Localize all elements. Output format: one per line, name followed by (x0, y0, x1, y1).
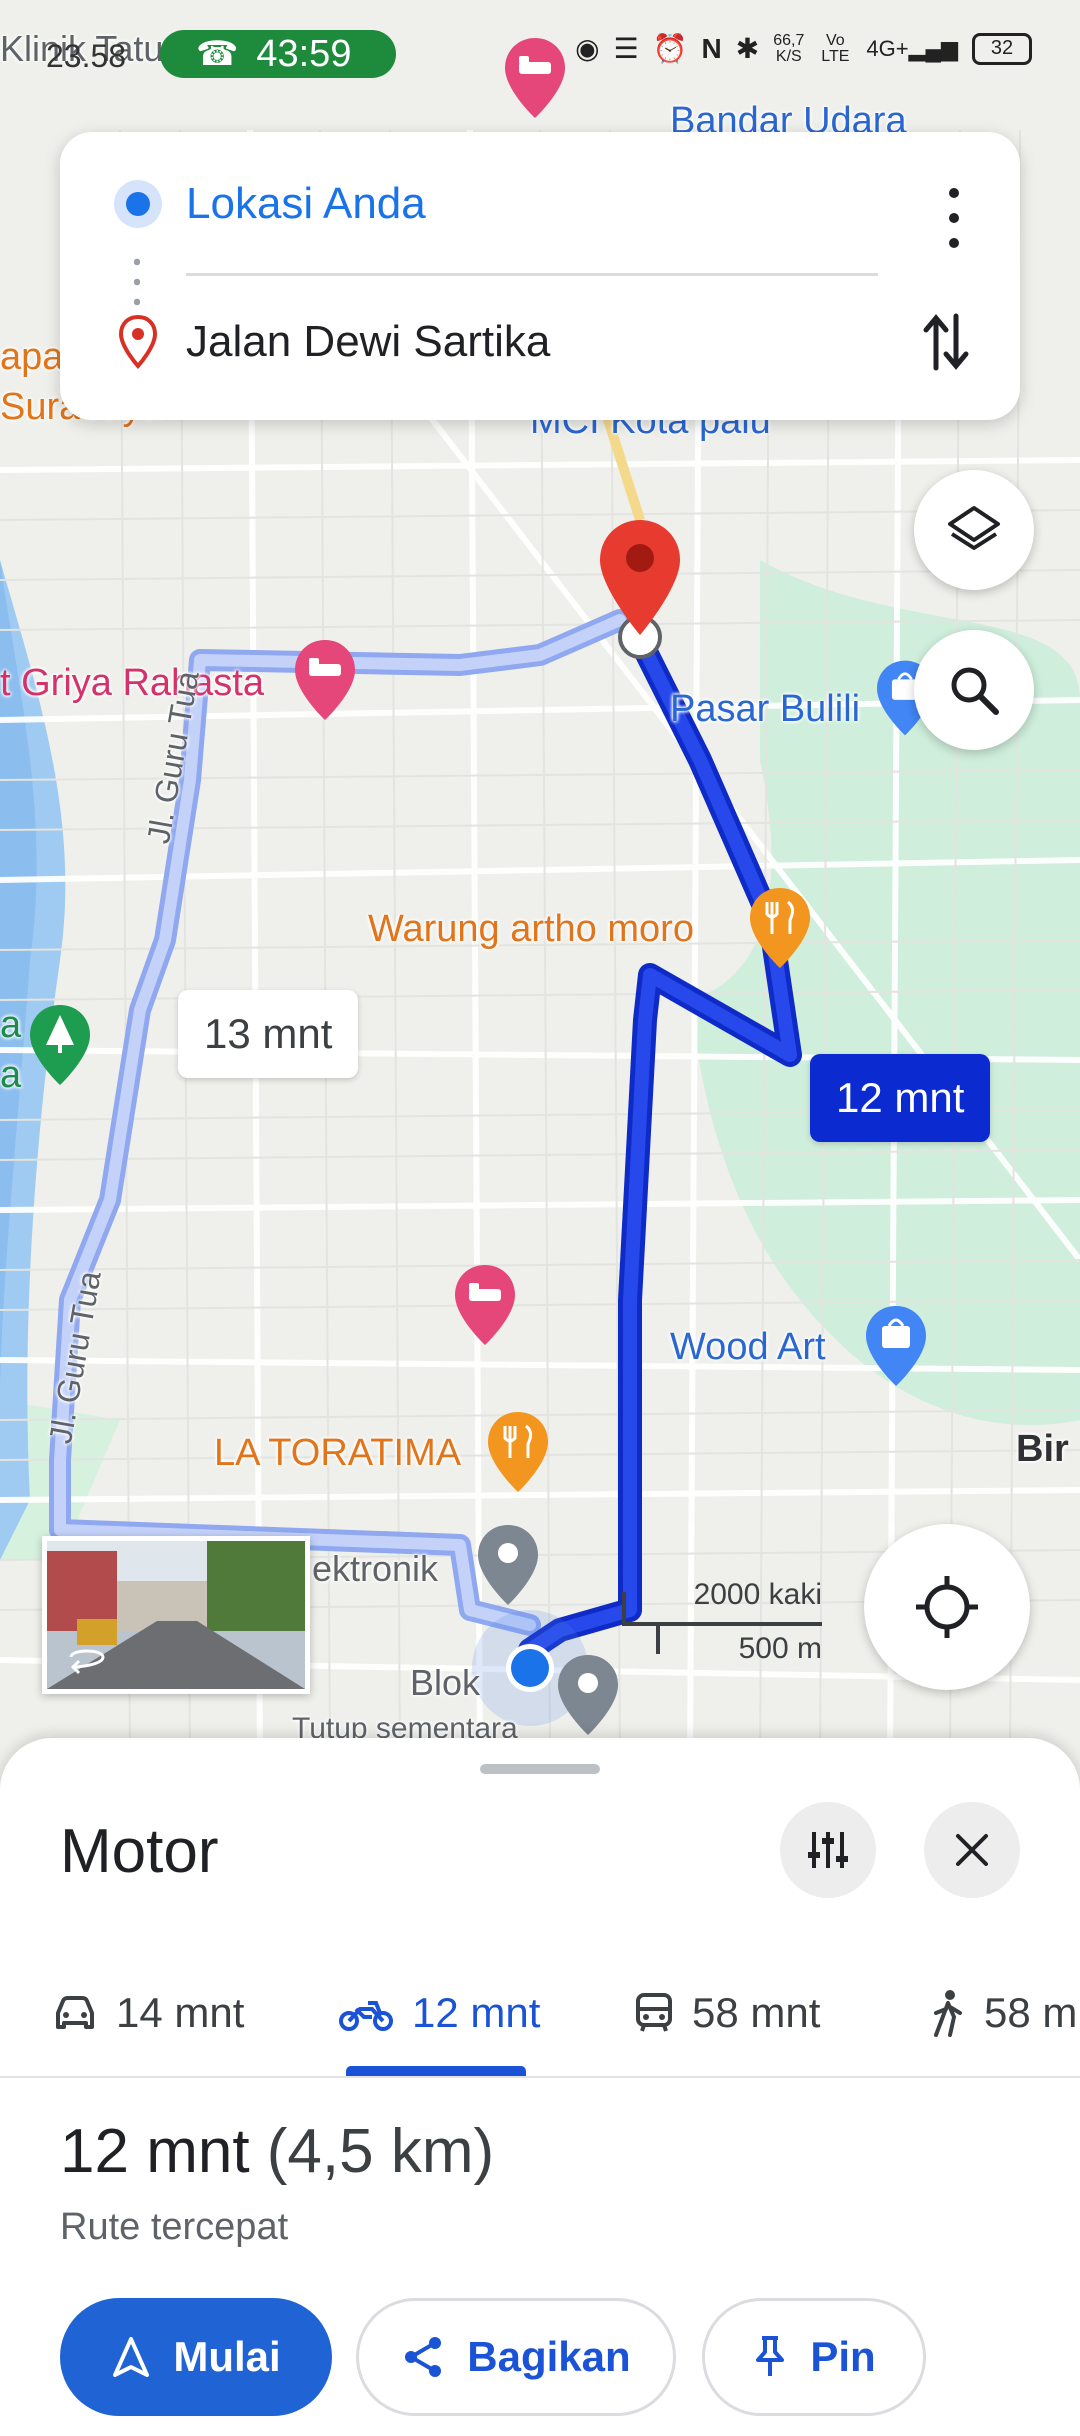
map-label-bir: Bir (1016, 1428, 1069, 1470)
crosshair-icon (916, 1576, 978, 1638)
search-icon (951, 667, 999, 715)
rotate-360-icon (69, 1649, 105, 1675)
tab-transit-label: 58 mnt (692, 1989, 821, 2036)
map-label-a1: a (0, 1004, 22, 1046)
park-poi-icon[interactable] (30, 1005, 90, 1085)
network-speed: 66,7 K/S (773, 31, 805, 65)
network-type: 4G+ (866, 35, 909, 61)
close-icon (956, 1834, 988, 1866)
tab-car[interactable]: 14 mnt (52, 1948, 244, 2078)
bluetooth-icon: ✱ (735, 33, 760, 64)
speed-unit: K/S (775, 47, 802, 65)
restaurant-poi-icon[interactable] (750, 888, 810, 968)
map-label-ektronik: ektronik (312, 1548, 439, 1589)
origin-dot-icon (114, 180, 162, 228)
motorcycle-icon (339, 2001, 393, 2031)
street-view-thumbnail[interactable] (42, 1536, 310, 1694)
shopping-poi-icon[interactable] (866, 1306, 926, 1386)
map-label-apa: apa (0, 336, 64, 378)
start-navigation-button[interactable]: Mulai (60, 2298, 332, 2416)
place-poi-icon[interactable] (558, 1655, 618, 1735)
alarm-icon: ⏰ (652, 33, 688, 64)
directions-bottom-sheet: Motor 14 mnt 12 mnt 58 mnt 58 m 12 mnt (… (0, 1738, 1080, 2436)
close-button[interactable] (924, 1802, 1020, 1898)
tab-walk[interactable]: 58 m (930, 1948, 1077, 2078)
scale-imperial-label: 2000 kaki (693, 1578, 822, 1611)
map-label-wood-art: Wood Art (670, 1326, 826, 1368)
vibrate-icon: ☰ (613, 33, 639, 64)
map-label-a2: a (0, 1054, 22, 1096)
map-label-pasar-bulili: Pasar Bulili (670, 688, 861, 730)
battery-indicator: 32 (972, 32, 1032, 65)
share-button[interactable]: Bagikan (356, 2298, 676, 2416)
route-duration: 12 mnt (60, 2117, 250, 2186)
map-label-la-toratima: LA TORATIMA (214, 1432, 462, 1474)
destination-pin-icon[interactable] (600, 520, 680, 635)
volte-indicator: Vo LTE (821, 31, 850, 65)
transit-icon (636, 1993, 672, 2032)
search-along-route-button[interactable] (914, 630, 1034, 750)
share-label: Bagikan (467, 2333, 631, 2380)
car-icon (56, 1996, 94, 2029)
swap-directions-icon[interactable] (918, 310, 974, 374)
place-poi-icon[interactable] (478, 1525, 538, 1605)
status-time: 23.58 (46, 38, 127, 74)
location-icon: ◉ (575, 33, 600, 64)
destination-text: Jalan Dewi Sartika (186, 317, 551, 366)
destination-field[interactable]: Jalan Dewi Sartika (60, 292, 1020, 392)
signal-icon: 4G+▂▄▆ (866, 35, 958, 61)
map-label-griya-rahasta: t Griya Rahasta (0, 662, 264, 704)
layers-button[interactable] (914, 470, 1034, 590)
layers-icon (948, 506, 1000, 550)
main-route-eta[interactable]: 12 mnt (810, 1054, 991, 1142)
more-options-button[interactable] (944, 188, 964, 248)
pin-icon (756, 2336, 785, 2376)
route-divider (186, 273, 878, 276)
tab-motorcycle-label: 12 mnt (412, 1989, 541, 2036)
origin-text: Lokasi Anda (186, 179, 426, 228)
ongoing-call-pill[interactable]: ☎ 43:59 (160, 30, 396, 78)
route-options-button[interactable] (780, 1802, 876, 1898)
nfc-icon: N (701, 32, 722, 64)
speed-value: 66,7 (773, 31, 805, 49)
status-bar: 23.58 ☎ 43:59 ◉ ☰ ⏰ N ✱ 66,7 K/S Vo LTE … (0, 0, 1080, 110)
route-description: Rute tercepat (60, 2206, 289, 2248)
route-distance: (4,5 km) (266, 2117, 495, 2186)
origin-field[interactable]: Lokasi Anda (60, 154, 1020, 254)
tab-motorcycle[interactable]: 12 mnt (338, 1948, 540, 2078)
tab-walk-label: 58 m (984, 1989, 1078, 2036)
phone-icon: ☎ (196, 35, 239, 73)
tab-car-label: 14 mnt (116, 1989, 245, 2036)
travel-mode-tabs: 14 mnt 12 mnt 58 mnt 58 m (0, 1948, 1080, 2078)
status-icons: ◉ ☰ ⏰ N ✱ 66,7 K/S Vo LTE 4G+▂▄▆ 32 (575, 32, 1032, 65)
pin-label: Pin (810, 2333, 876, 2380)
pin-button[interactable]: Pin (702, 2298, 926, 2416)
destination-pin-outline-icon (118, 314, 158, 369)
tune-icon (808, 1832, 848, 1868)
walk-icon (934, 1990, 962, 2037)
active-tab-indicator (346, 2066, 526, 2076)
share-icon (405, 2337, 442, 2377)
alternate-route-eta[interactable]: 13 mnt (178, 990, 359, 1078)
route-summary: 12 mnt (4,5 km) (60, 2116, 494, 2187)
map-label-blok: Blok (410, 1662, 481, 1703)
navigation-arrow-icon (113, 2337, 150, 2377)
sheet-drag-handle[interactable] (480, 1764, 600, 1774)
hotel-poi-icon[interactable] (455, 1265, 515, 1345)
scale-metric-label: 500 m (738, 1632, 822, 1665)
map-scale: 2000 kaki 500 m (622, 1578, 822, 1665)
hotel-poi-icon[interactable] (295, 640, 355, 720)
route-inputs-card: Lokasi Anda Jalan Dewi Sartika (60, 132, 1020, 420)
tab-transit[interactable]: 58 mnt (634, 1948, 820, 2078)
my-location-button[interactable] (864, 1524, 1030, 1690)
travel-mode-title: Motor (60, 1817, 219, 1886)
call-timer: 43:59 (256, 32, 352, 75)
restaurant-poi-icon[interactable] (488, 1412, 548, 1492)
map-label-warung: Warung artho moro (368, 908, 694, 950)
start-label: Mulai (173, 2333, 281, 2380)
